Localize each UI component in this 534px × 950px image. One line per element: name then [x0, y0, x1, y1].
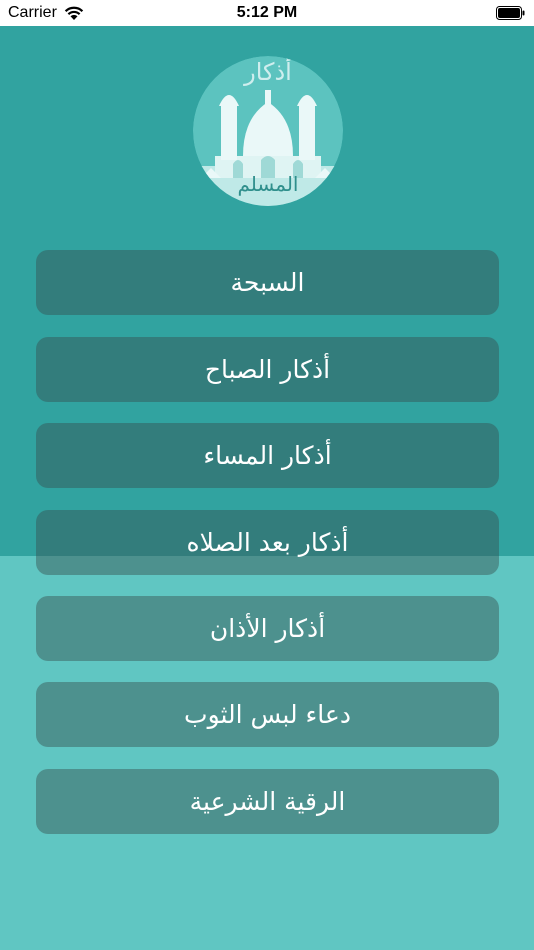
logo-title-top: أذكار	[244, 58, 292, 86]
app-logo: أذكار المسلم	[193, 56, 343, 206]
tasbeeh-button[interactable]: السبحة	[36, 250, 499, 315]
evening-adhkar-button[interactable]: أذكار المساء	[36, 423, 499, 488]
status-bar: Carrier 5:12 PM	[0, 0, 534, 26]
logo-title-bottom: المسلم	[237, 172, 299, 196]
ruqyah-button[interactable]: الرقية الشرعية	[36, 769, 499, 834]
morning-adhkar-button[interactable]: أذكار الصباح	[36, 337, 499, 402]
battery-icon	[496, 6, 526, 20]
status-time: 5:12 PM	[236, 4, 298, 21]
after-prayer-adhkar-button[interactable]: أذكار بعد الصلاه	[36, 510, 499, 575]
dressing-dua-button[interactable]: دعاء لبس الثوب	[36, 682, 499, 747]
adhan-adhkar-button[interactable]: أذكار الأذان	[36, 596, 499, 661]
